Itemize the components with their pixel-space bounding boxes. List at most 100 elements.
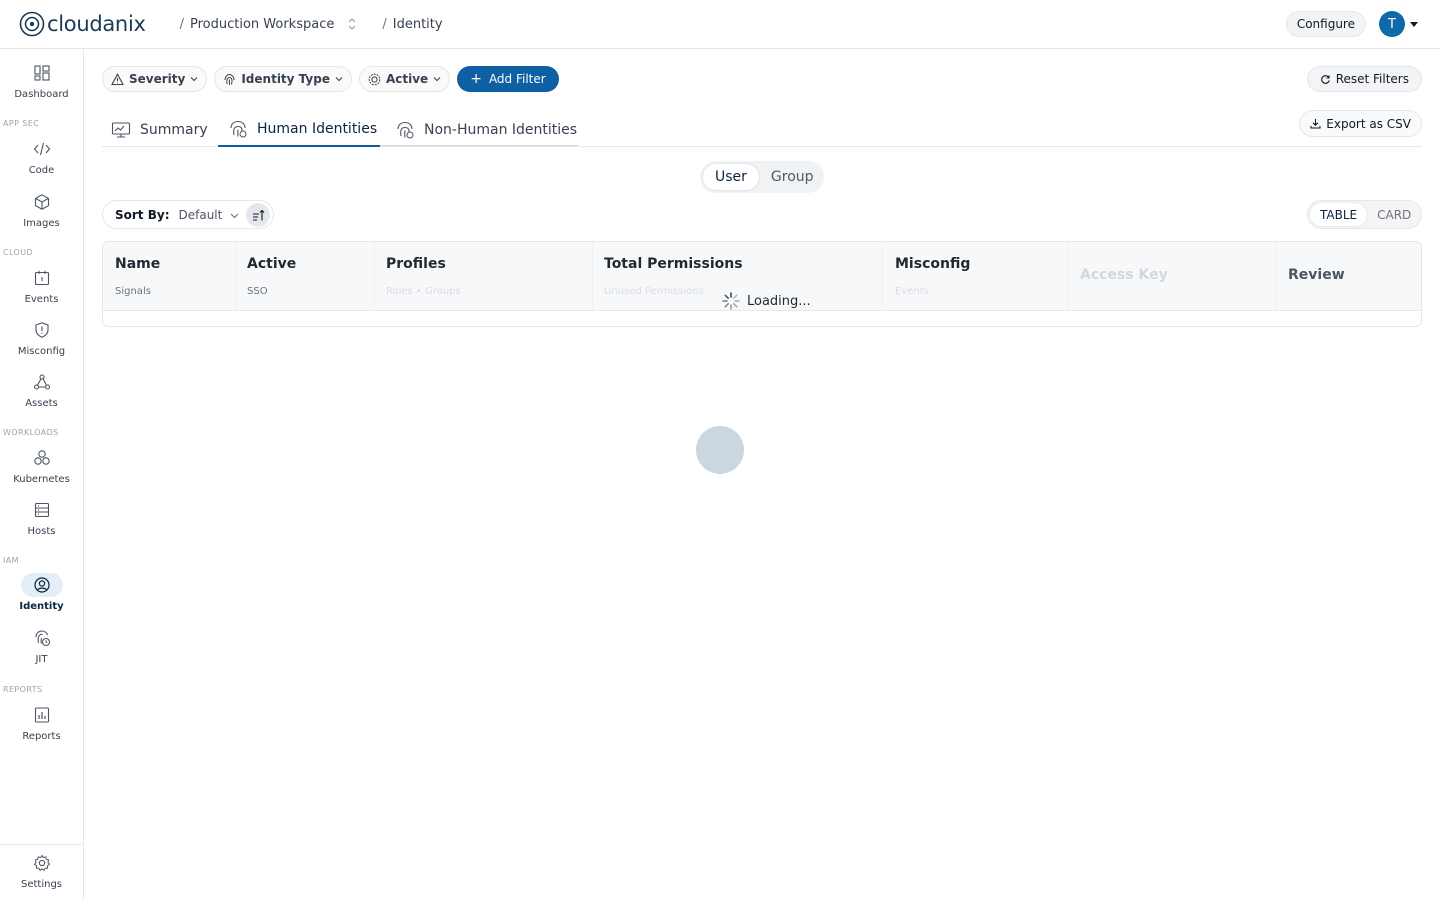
sidebar-item-label: Assets — [25, 398, 58, 409]
chevron-down-icon — [335, 77, 343, 82]
sidebar-item-events[interactable]: Events — [0, 266, 83, 305]
user-circle-icon — [20, 573, 63, 597]
column-header-misconfig[interactable]: Misconfig — [895, 256, 970, 272]
sidebar-item-label: Hosts — [27, 526, 56, 537]
plus-icon: + — [470, 71, 482, 87]
dashboard-icon — [21, 61, 63, 85]
export-csv-label: Export as CSV — [1326, 116, 1411, 131]
cubes-icon — [21, 446, 63, 470]
sidebar-item-code[interactable]: Code — [0, 137, 83, 176]
sidebar-item-label: Events — [24, 294, 59, 305]
add-filter-button[interactable]: + Add Filter — [457, 66, 559, 92]
tab-non-human-identities[interactable]: Non-Human Identities — [395, 113, 577, 147]
column-header-profiles[interactable]: Profiles — [386, 256, 446, 272]
fingerprint-icon — [230, 120, 247, 138]
view-toggle: TABLE CARD — [1307, 200, 1422, 229]
breadcrumb-page: Identity — [392, 16, 443, 32]
sidebar-item-assets[interactable]: Assets — [0, 370, 83, 409]
column-header-name[interactable]: Name — [115, 256, 160, 272]
sidebar-item-label: Settings — [20, 879, 62, 890]
download-icon — [1310, 119, 1321, 129]
server-icon — [21, 498, 63, 522]
sort-by-label: Sort By: — [115, 207, 170, 222]
active-filter-label: Active — [385, 72, 429, 86]
sort-by-value: Default — [178, 207, 223, 222]
severity-filter[interactable]: Severity — [102, 66, 208, 92]
monitor-chart-icon — [111, 122, 131, 138]
view-card-button[interactable]: CARD — [1367, 203, 1421, 226]
sidebar-item-kubernetes[interactable]: Kubernetes — [0, 446, 83, 485]
column-sub-events: Events — [895, 286, 929, 297]
warning-icon — [111, 72, 124, 85]
sidebar-item-jit[interactable]: JIT — [0, 626, 83, 665]
sidebar-item-settings[interactable]: Settings — [0, 851, 83, 890]
column-divider — [374, 242, 375, 311]
table-header: Name Signals Active SSO Profiles Roles •… — [103, 242, 1421, 311]
sort-by-select[interactable]: Sort By: Default — [102, 200, 274, 229]
tab-human-identities-label: Human Identities — [257, 121, 378, 137]
sidebar-item-label: Kubernetes — [13, 474, 70, 485]
tab-summary[interactable]: Summary — [111, 113, 208, 147]
sidebar-item-hosts[interactable]: Hosts — [0, 498, 83, 537]
active-filter[interactable]: Active — [358, 66, 451, 92]
column-header-total-permissions[interactable]: Total Permissions — [604, 256, 743, 272]
spinner-icon — [722, 292, 740, 310]
column-divider — [1275, 242, 1276, 311]
breadcrumb-workspace[interactable]: Production Workspace — [190, 17, 334, 32]
tab-human-identities[interactable]: Human Identities — [218, 113, 380, 147]
fingerprint-icon — [224, 73, 235, 85]
section-label-cloud: CLOUD — [3, 248, 34, 257]
reset-filters-label: Reset Filters — [1335, 72, 1409, 86]
page-loading-spinner — [696, 426, 744, 474]
user-group-toggle: User Group — [700, 161, 824, 193]
breadcrumb-separator: / — [179, 16, 184, 32]
cube-icon — [21, 190, 63, 214]
identity-type-filter[interactable]: Identity Type — [214, 66, 352, 92]
segment-group[interactable]: Group — [759, 164, 826, 190]
identities-table: Name Signals Active SSO Profiles Roles •… — [102, 241, 1422, 327]
sidebar-item-label: Identity — [19, 601, 64, 612]
column-sub-roles-groups: Roles • Groups — [386, 286, 461, 297]
add-filter-label: Add Filter — [488, 72, 546, 86]
column-header-active[interactable]: Active — [247, 256, 296, 272]
cloudanix-logo[interactable]: cloudanix — [19, 0, 146, 49]
gear-icon — [21, 851, 63, 875]
tab-summary-label: Summary — [140, 122, 208, 138]
sidebar-item-label: Code — [28, 165, 55, 176]
severity-filter-label: Severity — [129, 72, 186, 86]
sidebar-item-identity[interactable]: Identity — [0, 573, 83, 612]
shield-alert-icon — [21, 318, 63, 342]
tab-non-human-identities-label: Non-Human Identities — [424, 122, 578, 138]
reset-filters-button[interactable]: Reset Filters — [1306, 66, 1422, 92]
column-sub-signals: Signals — [115, 286, 151, 297]
column-sub-unused-permissions: Unused Permissions — [604, 286, 705, 297]
segment-user[interactable]: User — [703, 164, 759, 190]
column-header-access-key[interactable]: Access Key — [1080, 267, 1168, 283]
calendar-icon — [21, 266, 63, 290]
sort-direction-button[interactable] — [246, 203, 270, 227]
sidebar-item-images[interactable]: Images — [0, 190, 83, 229]
column-divider — [1067, 242, 1068, 311]
loading-indicator: Loading... — [721, 291, 811, 311]
sidebar-item-label: Dashboard — [14, 89, 69, 100]
sidebar-item-label: Reports — [22, 731, 61, 742]
chevron-down-icon — [230, 213, 239, 219]
avatar[interactable]: T — [1379, 11, 1405, 37]
report-icon — [21, 703, 63, 727]
view-table-button[interactable]: TABLE — [1310, 203, 1368, 226]
column-header-review[interactable]: Review — [1288, 267, 1345, 283]
export-csv-button[interactable]: Export as CSV — [1299, 110, 1422, 137]
caret-down-icon[interactable] — [1410, 21, 1418, 27]
breadcrumb-separator: / — [382, 16, 387, 32]
chevron-updown-icon[interactable] — [346, 17, 358, 31]
sidebar-item-dashboard[interactable]: Dashboard — [0, 61, 83, 100]
sidebar-item-label: Misconfig — [17, 346, 66, 357]
logo-text: cloudanix — [47, 12, 146, 36]
column-divider — [592, 242, 593, 311]
sidebar-item-reports[interactable]: Reports — [0, 703, 83, 742]
sidebar-item-misconfig[interactable]: Misconfig — [0, 318, 83, 357]
section-label-appsec: APP SEC — [3, 119, 40, 128]
refresh-icon — [1320, 74, 1330, 84]
section-label-workloads: WORKLOADS — [3, 428, 59, 437]
configure-button[interactable]: Configure — [1285, 11, 1366, 37]
